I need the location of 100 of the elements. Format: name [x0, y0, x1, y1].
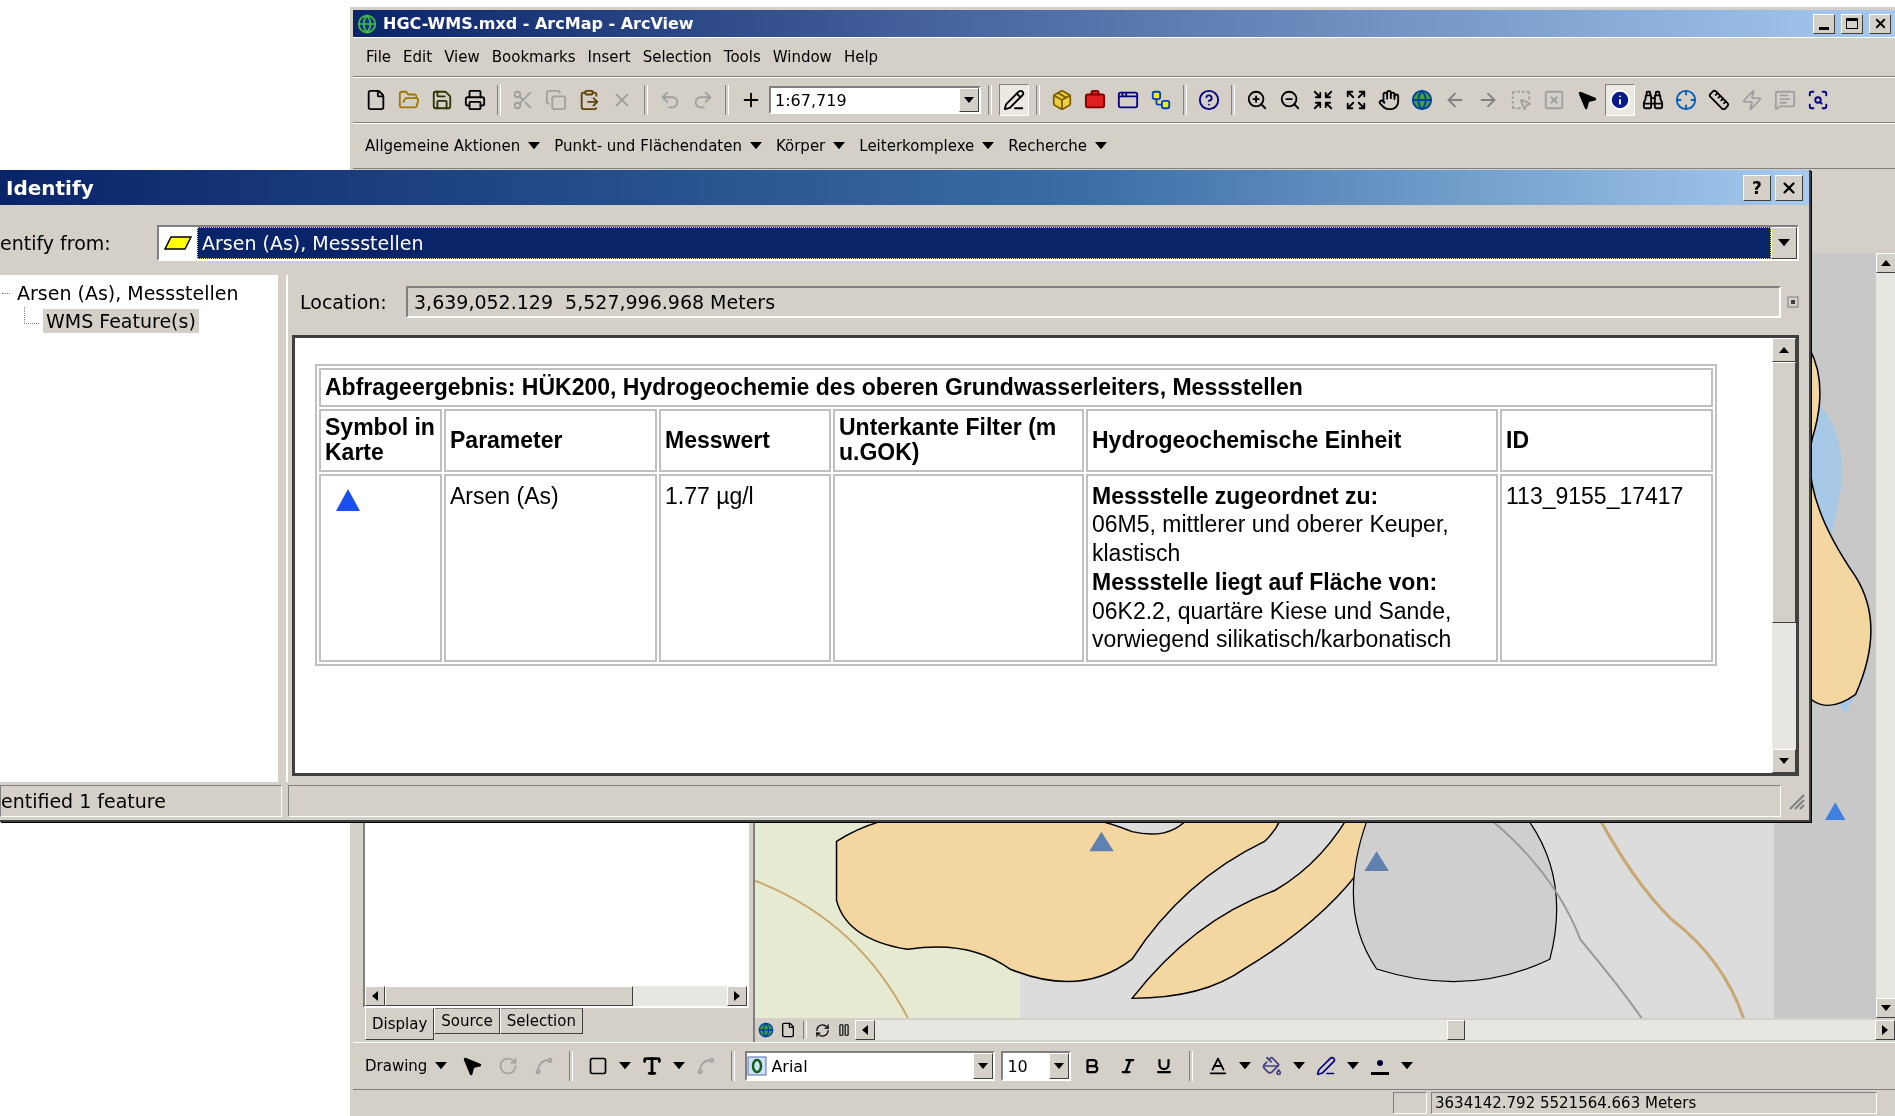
underline-icon — [1155, 1057, 1174, 1075]
caret-icon — [1778, 239, 1790, 247]
zoom-in-icon — [1246, 89, 1268, 111]
vertical-scrollbar[interactable] — [1876, 253, 1895, 1018]
scroll-down-button[interactable] — [1876, 998, 1895, 1018]
menu-item[interactable]: View — [439, 45, 485, 69]
info-button[interactable] — [1605, 84, 1635, 116]
vertical-scrollbar[interactable] — [1772, 338, 1796, 773]
binoculars-icon — [1642, 89, 1664, 111]
layer-field[interactable]: Arsen (As), Messstellen — [197, 227, 1771, 259]
scroll-thumb[interactable] — [385, 986, 634, 1006]
maximize-button[interactable] — [1841, 13, 1863, 34]
caret-icon — [619, 1062, 632, 1070]
table-cell: 113_9155_17417 — [1500, 473, 1714, 663]
scroll-thumb[interactable] — [1447, 1020, 1465, 1040]
right-arrow-icon — [734, 991, 740, 1001]
tree-item[interactable]: WMS Feature(s) — [43, 309, 199, 333]
caret-icon — [1401, 1062, 1414, 1070]
tab[interactable]: Selection — [499, 1008, 583, 1034]
menu-item[interactable]: Tools — [718, 45, 766, 69]
toolbar-menu[interactable]: Punkt- und Flächendaten — [550, 135, 766, 157]
caret-icon — [1347, 1062, 1360, 1070]
location-label: Location: — [300, 291, 388, 313]
select-elements-icon — [1510, 89, 1532, 111]
layer-icon — [163, 233, 193, 253]
maximize-icon — [1846, 18, 1858, 29]
crosshair-icon — [1675, 89, 1697, 111]
pen-icon — [1316, 1056, 1337, 1076]
pencil-icon — [1003, 89, 1025, 111]
menu-item[interactable]: Insert — [582, 45, 636, 69]
column-header: Parameter — [444, 409, 657, 472]
dropdown-button[interactable] — [973, 1053, 994, 1079]
scroll-up-button[interactable] — [1772, 338, 1796, 362]
caret-icon — [964, 97, 974, 103]
drawing-menu[interactable]: Drawing — [361, 1055, 452, 1077]
caret-icon — [833, 142, 846, 150]
expand-arrows-icon — [1345, 89, 1367, 111]
up-arrow-icon — [1881, 260, 1891, 266]
tab[interactable]: Source — [434, 1008, 500, 1034]
scroll-down-button[interactable] — [1772, 749, 1796, 773]
caret-icon — [528, 142, 541, 150]
horizontal-scrollbar[interactable] — [855, 1020, 1895, 1040]
globe-icon — [1411, 89, 1433, 111]
dialog-title: Identify — [6, 175, 95, 200]
resize-grip-icon — [1787, 792, 1805, 810]
caret-icon — [1054, 1063, 1065, 1069]
text-icon — [641, 1055, 664, 1077]
terminal-window-icon — [1117, 89, 1139, 111]
folder-icon — [398, 89, 420, 111]
menu-item[interactable]: Help — [838, 45, 884, 69]
scroll-left-button[interactable] — [365, 986, 385, 1006]
page-icon — [365, 89, 387, 111]
pointer-icon — [1576, 89, 1598, 111]
pause-icon — [837, 1023, 851, 1037]
clear-selection-icon — [1543, 89, 1565, 111]
column-header: ID — [1500, 409, 1714, 472]
minimize-button[interactable] — [1813, 13, 1835, 34]
horizontal-scrollbar[interactable] — [365, 986, 747, 1006]
scroll-right-button[interactable] — [1875, 1020, 1895, 1040]
printer-icon — [464, 89, 486, 111]
message-icon — [1774, 89, 1796, 111]
toolbar-menu[interactable]: Allgemeine Aktionen — [361, 135, 545, 157]
scroll-up-button[interactable] — [1876, 253, 1895, 273]
viewer-window-icon — [1807, 89, 1829, 111]
clipboard-icon — [578, 89, 600, 111]
scroll-right-button[interactable] — [727, 986, 747, 1006]
window-title: HGC-WMS.mxd - ArcMap - ArcView — [383, 14, 695, 33]
dropdown-button[interactable] — [959, 88, 979, 112]
column-header: Messwert — [659, 409, 831, 472]
shape-icon — [696, 1056, 717, 1076]
menu-item[interactable]: Selection — [637, 45, 717, 69]
caret-icon — [1293, 1062, 1306, 1070]
scroll-left-button[interactable] — [855, 1020, 875, 1040]
coordinates-text: 3634142.792 5521564.663 Meters — [1431, 1092, 1877, 1114]
menu-item[interactable]: File — [361, 45, 397, 69]
dropdown-button[interactable] — [1049, 1053, 1070, 1079]
status-panel — [1393, 1092, 1427, 1114]
toolbar-menu[interactable]: Recherche — [1004, 135, 1112, 157]
scroll-thumb[interactable] — [1772, 362, 1796, 623]
zoom-out-icon — [1279, 89, 1301, 111]
dropdown-button[interactable] — [1771, 227, 1797, 259]
globe-icon — [758, 1022, 774, 1038]
toolbar-menu[interactable]: Körper — [771, 135, 850, 157]
table-caption: Abfrageergebnis: HÜK200, Hydrogeochemie des oberen Grundwasserleiters, Messstellen — [319, 368, 1714, 407]
close-button[interactable] — [1775, 174, 1803, 201]
caret-icon — [1095, 142, 1108, 150]
tree-item[interactable]: Arsen (As), Messstellen — [14, 281, 242, 305]
close-button[interactable] — [1869, 13, 1891, 34]
location-field: 3,639,052.129 5,527,996.968 Meters — [406, 286, 1781, 318]
help-button[interactable]: ? — [1743, 174, 1771, 201]
refresh-icon — [814, 1022, 830, 1038]
table-cell: Arsen (As) — [444, 473, 657, 663]
tab[interactable]: Display — [365, 1008, 435, 1040]
menu-item[interactable]: Window — [767, 45, 837, 69]
pencil-button[interactable] — [999, 84, 1029, 116]
paint-bucket-icon — [1262, 1056, 1283, 1076]
menu-item[interactable]: Edit — [398, 45, 438, 69]
toolbar-menu[interactable]: Leiterkomplexe — [855, 135, 999, 157]
left-arrow-icon — [862, 1025, 868, 1035]
menu-item[interactable]: Bookmarks — [486, 45, 581, 69]
